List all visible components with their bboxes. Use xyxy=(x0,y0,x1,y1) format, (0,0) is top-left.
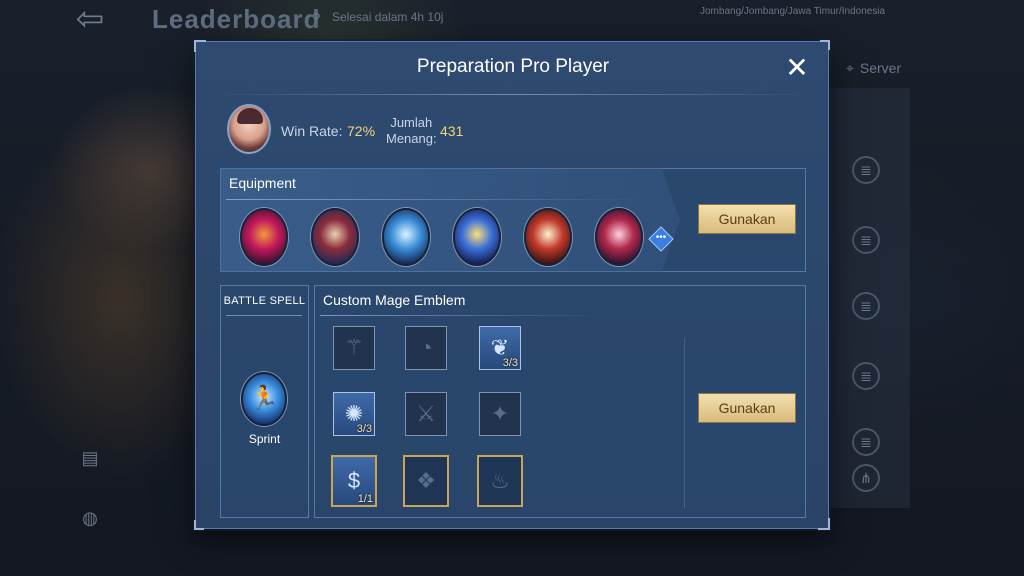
talent-level: 3/3 xyxy=(356,423,372,435)
leaderboard-title: Leaderboard xyxy=(152,4,321,34)
golden-staff-item-icon[interactable] xyxy=(453,208,501,266)
location-label[interactable]: Jombang/Jombang/Jawa Timur/Indonesia xyxy=(700,6,910,18)
battle-spell-divider xyxy=(226,315,302,316)
record-icon[interactable]: ≣ xyxy=(852,156,880,184)
burst-talent-icon[interactable]: ✺ 3/3 xyxy=(333,392,375,436)
use-emblem-button[interactable]: Gunakan xyxy=(698,393,796,423)
server-tab[interactable]: ⌖ Server xyxy=(846,60,901,77)
emblem-divider xyxy=(320,315,600,316)
more-dots-icon: ••• xyxy=(655,232,667,243)
talent-glyph: $ xyxy=(347,468,361,493)
season-timer: Selesai dalam 4h 10j xyxy=(332,10,444,24)
talent-glyph: ❖ xyxy=(416,468,436,493)
help-icon[interactable]: ? xyxy=(312,10,320,27)
share-icon[interactable]: ⋔ xyxy=(852,464,880,492)
win-rate-value: 72% xyxy=(347,123,376,139)
helmet-item-icon[interactable] xyxy=(524,208,572,266)
emblem-column-divider xyxy=(684,338,685,508)
wins-label-line2: Menang: xyxy=(386,131,437,146)
location-pin-icon: ⌖ xyxy=(846,60,854,76)
record-icon[interactable]: ≣ xyxy=(852,226,880,254)
win-rate-label: Win Rate: xyxy=(281,123,343,139)
frame-corner xyxy=(194,520,204,530)
wins-label: Jumlah Menang: xyxy=(386,115,437,147)
ice-sword-item-icon[interactable] xyxy=(382,208,430,266)
use-equipment-button[interactable]: Gunakan xyxy=(698,204,796,234)
battle-spell-title: BATTLE SPELL xyxy=(223,295,306,307)
frame-corner xyxy=(820,40,830,50)
player-avatar[interactable] xyxy=(227,104,271,154)
close-icon[interactable]: ✕ xyxy=(782,54,812,84)
talent-glyph: ✦ xyxy=(490,401,510,426)
cycle-talent-icon[interactable]: ◔ xyxy=(405,326,447,370)
running-man-icon: 🏃 xyxy=(249,385,279,412)
wing-talent-icon[interactable]: ❦ 3/3 xyxy=(479,326,521,370)
wins-label-line1: Jumlah xyxy=(390,115,433,130)
spellbook-item-icon[interactable] xyxy=(311,208,359,266)
sword-talent-icon[interactable]: ⚔ xyxy=(405,392,447,436)
record-icon[interactable]: ≣ xyxy=(852,362,880,390)
money-bag-talent-icon[interactable]: $1/1 xyxy=(331,455,377,507)
blade-item-icon[interactable] xyxy=(595,208,643,266)
talent-glyph: ⚔ xyxy=(416,401,436,426)
flame-talent-icon[interactable]: ♨ xyxy=(477,455,523,507)
title-divider xyxy=(210,94,816,95)
spell-name: Sprint xyxy=(248,432,281,446)
wins-value: 431 xyxy=(440,123,464,139)
emblem-title: Custom Mage Emblem xyxy=(323,292,466,308)
talent-glyph: ⚚ xyxy=(344,335,364,360)
demon-talent-icon[interactable]: ❖ xyxy=(403,455,449,507)
talent-glyph: ◔ xyxy=(419,335,433,360)
record-icon[interactable]: ≣ xyxy=(852,292,880,320)
talent-level: 3/3 xyxy=(502,357,518,369)
back-arrow-icon[interactable]: ⇦ xyxy=(62,2,118,36)
equipment-divider xyxy=(226,199,646,200)
fist-talent-icon[interactable]: ✦ xyxy=(479,392,521,436)
talent-glyph: ♨ xyxy=(490,468,510,493)
talent-level: 1/1 xyxy=(357,493,373,505)
modal-title: Preparation Pro Player xyxy=(416,56,610,77)
preparation-modal: Preparation Pro Player ✕ Win Rate: 72% J… xyxy=(194,40,830,530)
record-icon[interactable]: ≣ xyxy=(852,428,880,456)
staff-talent-icon[interactable]: ⚚ xyxy=(333,326,375,370)
document-icon[interactable]: ▤ xyxy=(78,446,102,470)
wand-item-icon[interactable] xyxy=(240,208,288,266)
equipment-title: Equipment xyxy=(229,175,296,191)
server-label: Server xyxy=(859,60,902,76)
profile-icon[interactable]: ◍ xyxy=(78,506,102,530)
